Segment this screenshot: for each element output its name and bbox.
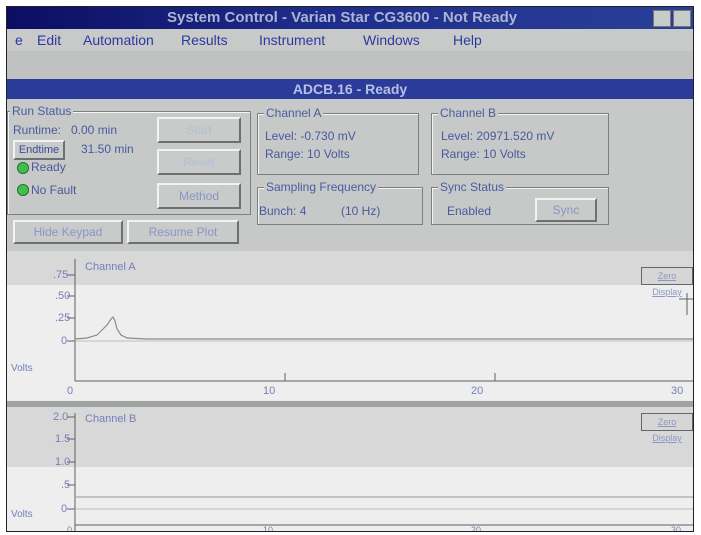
channel-a-ytick-2: .25 [55, 312, 71, 324]
menu-results[interactable]: Results [179, 30, 230, 50]
channel-b-xtick-2: 20 [471, 525, 482, 532]
sampling-bunch: Bunch: 4 [259, 204, 307, 218]
window-title: System Control - Varian Star CG3600 - No… [167, 9, 518, 26]
channel-a-ytick-1: .50 [55, 290, 71, 302]
sync-status-title: Sync Status [438, 180, 507, 194]
menu-edit[interactable]: Edit [35, 30, 63, 50]
channel-b-ytick-0: 2.0 [53, 411, 69, 423]
channel-a-plot [67, 259, 693, 382]
runtime-value: 0.00 min [71, 123, 118, 137]
inner-window-title: ADCB.16 - Ready [7, 79, 693, 99]
channel-a-ytick-3: 0 [61, 335, 68, 347]
channel-b-group: Channel B [431, 106, 609, 175]
sync-status-value: Enabled [447, 204, 492, 218]
menu-instrument[interactable]: Instrument [257, 30, 327, 50]
channel-a-xtick-3: 30 [671, 385, 684, 397]
endtime-button[interactable]: Endtime [13, 140, 65, 160]
minimize-button[interactable] [653, 10, 671, 27]
ready-label: Ready [31, 160, 66, 174]
menu-automation[interactable]: Automation [81, 30, 156, 50]
title-bar: System Control - Varian Star CG3600 - No… [7, 7, 693, 29]
hide-keypad-button[interactable]: Hide Keypad [13, 220, 123, 244]
menu-file[interactable]: e [13, 30, 25, 50]
channel-b-range: Range: 10 Volts [441, 147, 526, 161]
channel-a-group: Channel A [257, 106, 419, 175]
channel-a-xtick-2: 20 [471, 385, 484, 397]
method-button[interactable]: Method [157, 183, 241, 209]
menu-bar: e Edit Automation Results Instrument Win… [7, 29, 693, 51]
fault-led-icon [17, 184, 29, 196]
channel-b-xtick-1: 10 [263, 525, 274, 532]
channel-a-chart: .75 .50 .25 0 Volts Channel A Zero Displ… [7, 251, 693, 401]
screen: System Control - Varian Star CG3600 - No… [6, 6, 694, 532]
inner-window-frame [7, 51, 693, 79]
channel-b-ytick-1: 1.5 [55, 433, 71, 445]
start-button[interactable]: Start [157, 117, 241, 143]
channel-b-level: Level: 20971.520 mV [441, 129, 555, 143]
channel-b-ytick-4: 0 [61, 503, 68, 515]
ready-led-icon [17, 162, 29, 174]
fault-label: No Fault [31, 183, 77, 197]
channel-b-chart-title: Channel B [85, 413, 137, 425]
channel-a-yunit: Volts [11, 363, 33, 374]
endtime-value: 31.50 min [81, 142, 134, 156]
channel-a-title: Channel A [264, 106, 324, 120]
sampling-frequency-title: Sampling Frequency [264, 180, 379, 194]
channel-a-level: Level: -0.730 mV [265, 129, 356, 143]
reset-button[interactable]: Reset [157, 149, 241, 175]
channel-b-plot [67, 413, 693, 531]
channel-b-yunit: Volts [11, 509, 33, 520]
channel-b-xtick-0: 0 [67, 525, 73, 532]
channel-b-title: Channel B [438, 106, 499, 120]
run-status-title: Run Status [10, 104, 74, 118]
channel-b-ytick-3: .5 [61, 479, 71, 491]
sync-button[interactable]: Sync [535, 198, 597, 222]
control-panel: Run Status Runtime: 0.00 min Endtime 31.… [7, 99, 693, 251]
maximize-button[interactable] [673, 10, 691, 27]
channel-b-xtick-3: 30 [671, 525, 682, 532]
channel-a-zero-display-button[interactable]: Zero Display [641, 267, 693, 297]
channel-b-ytick-2: 1.0 [55, 456, 71, 468]
menu-windows[interactable]: Windows [361, 30, 422, 50]
channel-b-zero-display-button[interactable]: Zero Display [641, 413, 693, 443]
runtime-label: Runtime: [13, 123, 62, 137]
resume-plot-button[interactable]: Resume Plot [127, 220, 239, 244]
channel-a-range: Range: 10 Volts [265, 147, 350, 161]
channel-a-ytick-0: .75 [53, 269, 69, 281]
menu-help[interactable]: Help [451, 30, 484, 50]
channel-b-chart: 2.0 1.5 1.0 .5 0 Volts Channel B Zero Di… [7, 407, 693, 531]
channel-a-chart-title: Channel A [85, 261, 136, 273]
sampling-hz: (10 Hz) [341, 204, 381, 218]
channel-a-trace [74, 315, 693, 340]
channel-a-xtick-1: 10 [263, 385, 276, 397]
channel-a-xtick-0: 0 [67, 385, 74, 397]
